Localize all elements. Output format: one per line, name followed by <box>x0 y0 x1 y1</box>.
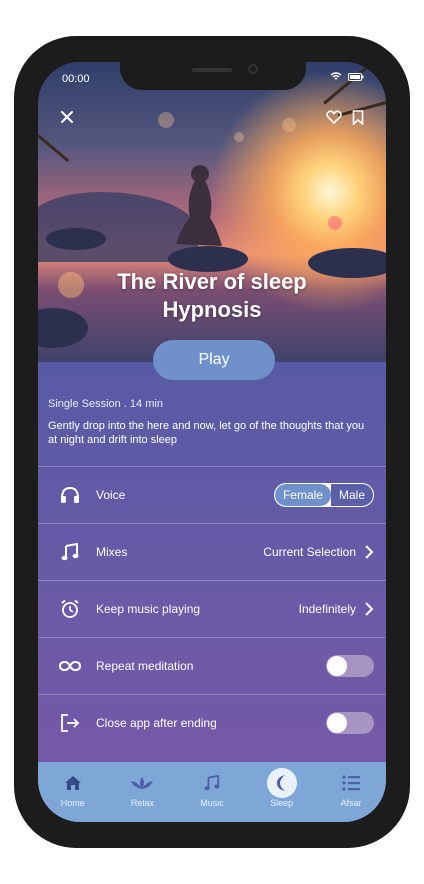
status-icons <box>330 72 364 81</box>
tab-sleep-label: Sleep <box>270 798 294 808</box>
mixes-row[interactable]: Mixes Current Selection <box>38 523 386 580</box>
repeat-label: Repeat meditation <box>96 659 194 673</box>
session-meta: Single Session . 14 min <box>48 398 163 410</box>
keep-music-label: Keep music playing <box>96 602 201 616</box>
voice-option-female[interactable]: Female <box>274 484 331 506</box>
home-icon <box>58 768 88 798</box>
music-note-icon <box>197 768 227 798</box>
moon-icon <box>266 768 297 798</box>
repeat-row: Repeat meditation <box>38 637 386 694</box>
meditating-figure <box>176 165 222 246</box>
tab-bar: Home Relax Music Sleep Afsar <box>38 762 386 822</box>
wifi-icon <box>330 72 342 80</box>
headphones-icon <box>58 483 82 507</box>
play-button[interactable]: Play <box>153 340 275 380</box>
title-line-2: Hypnosis <box>162 297 262 322</box>
tab-sleep[interactable]: Sleep <box>254 768 310 808</box>
music-note-icon <box>58 540 82 564</box>
close-app-row: Close app after ending <box>38 694 386 751</box>
chevron-right-icon <box>365 602 374 616</box>
tab-afsar-label: Afsar <box>340 798 362 808</box>
voice-row: Voice Female Male <box>38 466 386 523</box>
tab-relax[interactable]: Relax <box>114 768 170 808</box>
repeat-switch[interactable] <box>326 655 374 677</box>
tab-music-label: Music <box>200 798 224 808</box>
session-description: Gently drop into the here and now, let g… <box>48 420 365 446</box>
mixes-label: Mixes <box>96 545 128 559</box>
voice-option-male[interactable]: Male <box>330 484 373 506</box>
settings-list: Voice Female Male Mixes Current Selectio… <box>38 466 386 751</box>
close-app-label: Close app after ending <box>96 716 217 730</box>
tab-music[interactable]: Music <box>184 768 240 808</box>
session-title: The River of sleep Hypnosis <box>38 268 386 324</box>
tab-relax-label: Relax <box>130 798 154 808</box>
heart-icon[interactable] <box>326 110 342 124</box>
tab-afsar[interactable]: Afsar <box>323 768 379 808</box>
tab-home-label: Home <box>60 798 85 808</box>
chevron-right-icon <box>365 545 374 559</box>
infinity-icon <box>58 654 82 678</box>
exit-icon <box>58 711 82 735</box>
mixes-value: Current Selection <box>263 545 356 559</box>
keep-music-row[interactable]: Keep music playing Indefinitely <box>38 580 386 637</box>
notch <box>120 62 306 90</box>
close-icon[interactable] <box>60 110 74 124</box>
status-time: 00:00 <box>62 73 90 85</box>
battery-icon <box>348 72 364 81</box>
list-icon <box>336 768 366 798</box>
voice-label: Voice <box>96 488 126 502</box>
lotus-icon <box>127 768 157 798</box>
close-app-switch[interactable] <box>326 712 374 734</box>
voice-toggle: Female Male <box>273 483 374 507</box>
screen: 00:00 The River of sleep Hypnosis Play S… <box>38 62 386 822</box>
alarm-clock-icon <box>58 597 82 621</box>
title-line-1: The River of sleep <box>117 269 307 294</box>
keep-music-value: Indefinitely <box>298 602 356 616</box>
bookmark-icon[interactable] <box>352 110 364 125</box>
tab-home[interactable]: Home <box>45 768 101 808</box>
